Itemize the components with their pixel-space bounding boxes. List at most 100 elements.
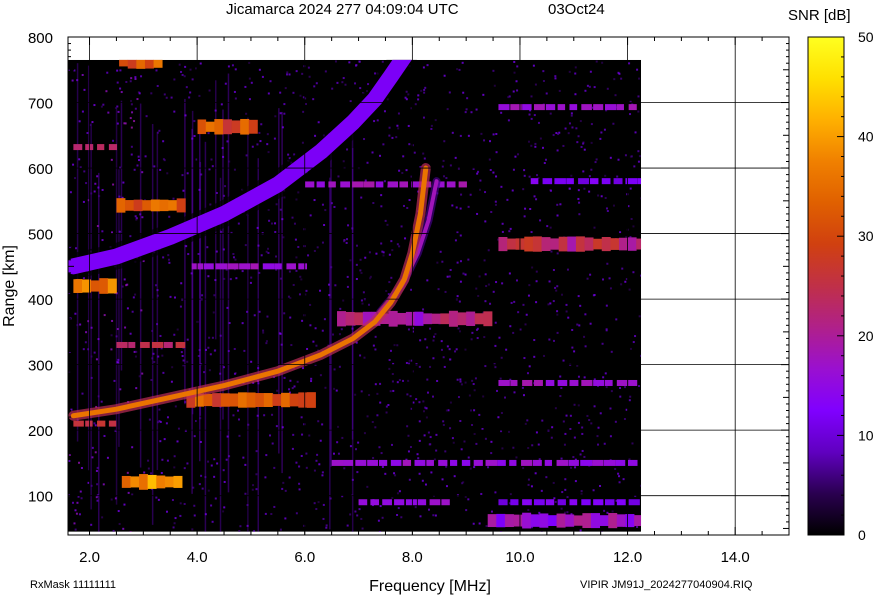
noise-cell bbox=[273, 137, 276, 140]
interference-line bbox=[530, 178, 642, 185]
noise-cell bbox=[457, 396, 460, 399]
noise-cell bbox=[267, 92, 270, 95]
noise-cell bbox=[359, 87, 362, 90]
noise-cell bbox=[408, 478, 411, 481]
band-cell bbox=[567, 236, 577, 252]
interference-dash bbox=[316, 181, 325, 188]
noise-cell bbox=[493, 84, 496, 87]
noise-cell bbox=[323, 318, 326, 321]
noise-cell bbox=[207, 132, 210, 135]
noise-cell bbox=[279, 91, 282, 94]
noise-cell bbox=[615, 318, 618, 321]
chart-title: Jicamarca 2024 277 04:09:04 UTC bbox=[226, 1, 459, 18]
noise-cell bbox=[464, 273, 467, 276]
noise-cell bbox=[531, 444, 534, 447]
band-cell bbox=[466, 311, 476, 326]
noise-cell bbox=[441, 478, 444, 481]
noise-cell bbox=[407, 124, 410, 127]
noise-cell bbox=[299, 94, 302, 97]
noise-cell bbox=[601, 342, 604, 345]
band-cell bbox=[599, 515, 609, 526]
noise-cell bbox=[537, 121, 540, 124]
noise-cell bbox=[372, 344, 375, 347]
interference-dash bbox=[554, 178, 566, 185]
noise-cell bbox=[576, 141, 579, 144]
noise-cell bbox=[130, 145, 133, 148]
noise-cell bbox=[534, 83, 537, 86]
noise-cell bbox=[385, 290, 388, 293]
noise-cell bbox=[636, 68, 639, 71]
noise-cell bbox=[209, 203, 212, 206]
noise-cell bbox=[638, 385, 641, 388]
noise-cell bbox=[162, 256, 165, 259]
noise-cell bbox=[207, 346, 210, 349]
noise-cell bbox=[490, 510, 493, 513]
noise-cell bbox=[543, 354, 546, 357]
noise-cell bbox=[200, 474, 203, 477]
noise-cell bbox=[130, 99, 133, 102]
noise-cell bbox=[162, 371, 165, 374]
noise-cell bbox=[559, 203, 562, 206]
band-cell bbox=[263, 393, 273, 407]
noise-cell bbox=[556, 310, 559, 313]
noise-cell bbox=[381, 465, 384, 468]
noise-cell bbox=[186, 360, 189, 363]
noise-cell bbox=[316, 246, 319, 249]
noise-cell bbox=[316, 453, 319, 456]
band-cell bbox=[214, 119, 224, 135]
interference-dash bbox=[331, 459, 344, 466]
noise-cell bbox=[224, 185, 227, 188]
noise-cell bbox=[208, 89, 211, 92]
noise-cell bbox=[464, 381, 467, 384]
noise-cell bbox=[638, 77, 641, 80]
band-cell bbox=[197, 119, 207, 135]
interference-dash bbox=[522, 379, 533, 386]
noise-cell bbox=[312, 98, 315, 101]
streak bbox=[139, 103, 142, 468]
noise-cell bbox=[458, 68, 461, 71]
noise-cell bbox=[449, 358, 452, 361]
noise-cell bbox=[427, 431, 430, 434]
noise-cell bbox=[173, 333, 176, 336]
noise-cell bbox=[295, 269, 298, 272]
noise-cell bbox=[346, 524, 349, 527]
noise-cell bbox=[301, 433, 304, 436]
noise-cell bbox=[355, 448, 358, 451]
noise-cell bbox=[586, 414, 589, 417]
noise-cell bbox=[248, 98, 251, 101]
noise-cell bbox=[634, 335, 637, 338]
interference-dash bbox=[604, 499, 615, 506]
noise-cell bbox=[342, 77, 345, 80]
noise-cell bbox=[262, 331, 265, 334]
streak bbox=[156, 131, 159, 471]
noise-cell bbox=[576, 323, 579, 326]
noise-cell bbox=[362, 291, 365, 294]
noise-cell bbox=[130, 153, 133, 156]
noise-cell bbox=[610, 390, 613, 393]
noise-cell bbox=[176, 440, 179, 443]
noise-cell bbox=[604, 174, 607, 177]
noise-cell bbox=[81, 392, 84, 395]
noise-cell bbox=[407, 379, 410, 382]
band-cell bbox=[625, 514, 635, 528]
interference-dash bbox=[589, 178, 599, 185]
noise-cell bbox=[606, 210, 609, 213]
noise-cell bbox=[377, 519, 380, 522]
noise-cell bbox=[562, 144, 565, 147]
noise-cell bbox=[533, 339, 536, 342]
noise-cell bbox=[396, 492, 399, 495]
noise-cell bbox=[401, 171, 404, 174]
noise-cell bbox=[207, 489, 210, 492]
noise-cell bbox=[183, 502, 186, 505]
noise-cell bbox=[434, 333, 437, 336]
noise-cell bbox=[361, 302, 364, 305]
band-cell bbox=[573, 515, 583, 526]
noise-cell bbox=[315, 344, 318, 347]
noise-cell bbox=[382, 254, 385, 257]
noise-cell bbox=[229, 278, 232, 281]
noise-cell bbox=[422, 152, 425, 155]
noise-cell bbox=[379, 505, 382, 508]
noise-cell bbox=[133, 168, 136, 171]
noise-cell bbox=[580, 492, 583, 495]
noise-cell bbox=[583, 148, 586, 151]
